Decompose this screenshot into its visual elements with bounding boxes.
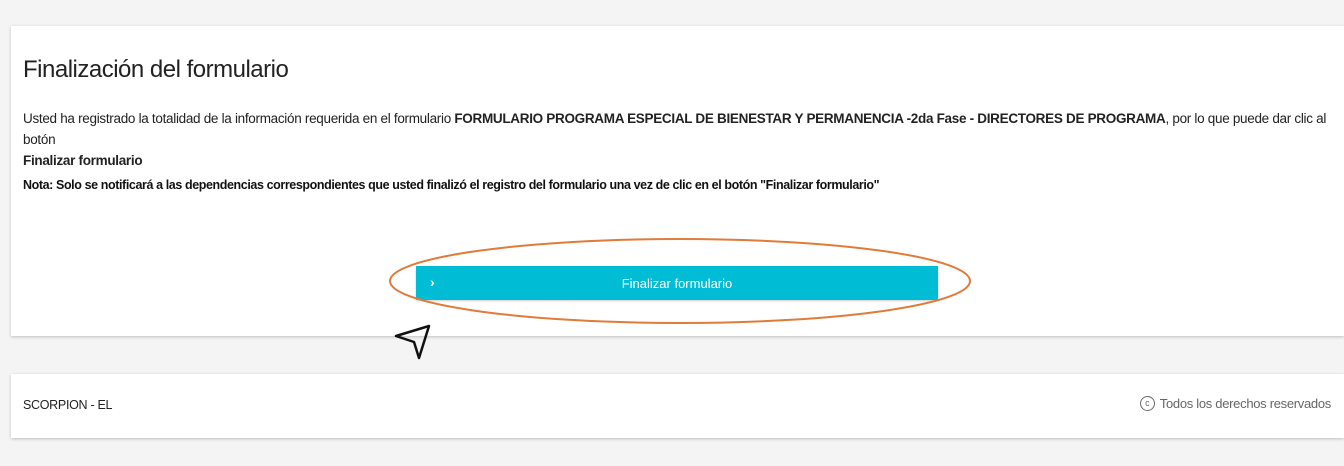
pointer-arrow-icon [394, 324, 431, 360]
finalization-message: Usted ha registrado la totalidad de la i… [23, 108, 1339, 171]
notification-note: Nota: Solo se notificará a las dependenc… [23, 178, 880, 192]
finalize-form-button[interactable]: › Finalizar formulario [416, 266, 938, 300]
copyright-icon: c [1139, 396, 1155, 411]
form-name: FORMULARIO PROGRAMA ESPECIAL DE BIENESTA… [454, 111, 1166, 126]
button-reference: Finalizar formulario [23, 153, 143, 168]
card-title: Finalización del formulario [23, 56, 289, 83]
message-intro: Usted ha registrado la totalidad de la i… [23, 111, 455, 126]
footer-rights: c Todos los derechos reservados [1139, 396, 1332, 411]
chevron-right-icon: › [430, 274, 435, 290]
footer-brand: SCORPION - EL [23, 398, 113, 412]
finalize-form-label: Finalizar formulario [621, 275, 733, 291]
footer: SCORPION - EL c Todos los derechos reser… [11, 374, 1344, 438]
rights-text: Todos los derechos reservados [1159, 396, 1332, 411]
form-finalization-card: Finalización del formulario Usted ha reg… [11, 26, 1344, 336]
